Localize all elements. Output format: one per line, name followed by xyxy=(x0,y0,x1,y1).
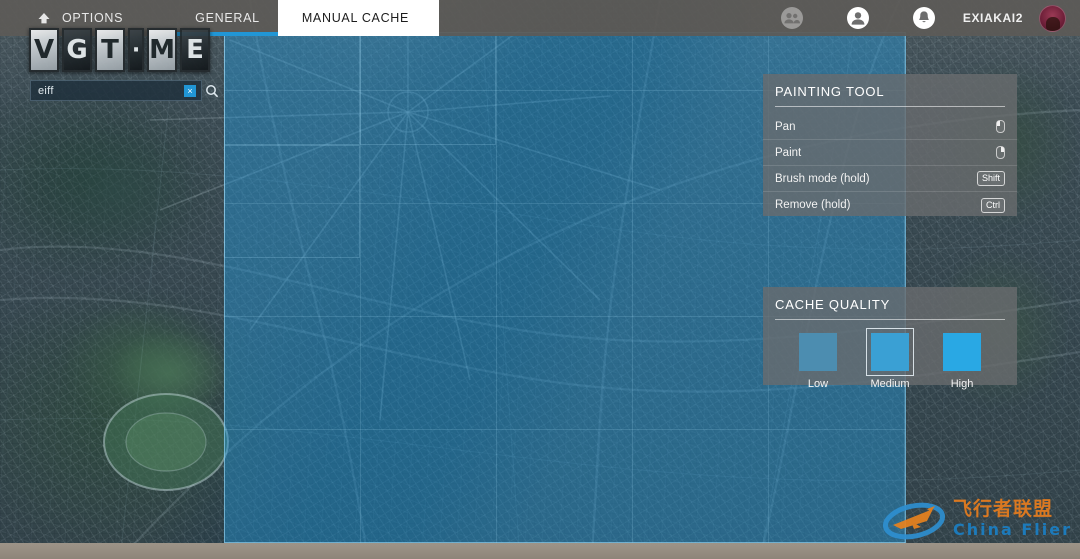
tab-general-label: GENERAL xyxy=(195,11,260,25)
chinaflier-logo-icon xyxy=(882,502,946,540)
divider xyxy=(775,319,1005,320)
painting-tool-row-remove: Remove (hold) Ctrl xyxy=(763,192,1017,218)
mouse-right-button-icon xyxy=(996,146,1005,159)
key-badge-ctrl: Ctrl xyxy=(981,197,1005,213)
home-up-arrow-icon[interactable] xyxy=(36,10,52,26)
cache-quality-option-high[interactable]: High xyxy=(935,333,989,390)
magnifier-icon[interactable] xyxy=(202,80,222,101)
painting-tool-title: PAINTING TOOL xyxy=(763,74,1017,114)
tab-manual-cache[interactable]: MANUAL CACHE xyxy=(277,0,440,36)
row-label: Brush mode (hold) xyxy=(775,172,870,185)
search-input[interactable]: eiff × xyxy=(30,80,202,101)
row-label: Paint xyxy=(775,146,802,159)
row-label: Pan xyxy=(775,120,796,133)
vgtime-tile: T xyxy=(95,28,125,72)
avatar[interactable] xyxy=(1039,4,1066,32)
painting-tool-row-brush-mode: Brush mode (hold) Shift xyxy=(763,166,1017,192)
painting-tool-panel: PAINTING TOOL Pan Paint Brush mode (hold… xyxy=(763,74,1017,216)
friends-icon[interactable] xyxy=(780,7,803,29)
painting-tool-title-text: PAINTING TOOL xyxy=(775,84,885,99)
profile-icon[interactable] xyxy=(846,7,869,29)
chinaflier-en-text: China Flier xyxy=(952,520,1072,539)
notifications-icon[interactable] xyxy=(912,7,935,29)
vgtime-tile: V xyxy=(29,28,59,72)
vgtime-tile: G xyxy=(62,28,92,72)
quality-swatch xyxy=(943,333,981,371)
quality-swatch xyxy=(866,328,914,376)
clear-search-button[interactable]: × xyxy=(184,84,196,97)
key-badge-shift: Shift xyxy=(976,171,1005,186)
vgtime-watermark: V G T · M E xyxy=(29,28,210,72)
vgtime-tile: M xyxy=(147,28,177,72)
quality-swatch xyxy=(799,333,837,371)
cache-quality-option-medium[interactable]: Medium xyxy=(863,328,917,390)
quality-label: High xyxy=(950,378,974,390)
vgtime-tile: · xyxy=(128,28,144,72)
map-search: eiff × xyxy=(30,80,222,101)
username-label: EXIAKAI2 xyxy=(962,11,1023,25)
options-label[interactable]: OPTIONS xyxy=(62,11,123,25)
tab-manual-cache-label: MANUAL CACHE xyxy=(301,11,410,25)
cache-quality-panel: CACHE QUALITY Low Medium High xyxy=(763,287,1017,390)
vgtime-tile: E xyxy=(180,28,210,72)
chinaflier-watermark: 飞行者联盟 China Flier xyxy=(881,491,1072,547)
chinaflier-text: 飞行者联盟 China Flier xyxy=(953,500,1072,538)
cache-quality-options: Low Medium High xyxy=(763,328,1017,390)
cache-quality-option-low[interactable]: Low xyxy=(791,333,845,390)
quality-label: Medium xyxy=(870,378,910,390)
search-input-value: eiff xyxy=(38,84,54,97)
chinaflier-cn-text: 飞行者联盟 xyxy=(952,498,1053,520)
painting-tool-row-paint: Paint xyxy=(763,140,1017,166)
cache-quality-title: CACHE QUALITY xyxy=(763,287,1017,327)
racetrack-feature xyxy=(103,393,229,491)
quality-label: Low xyxy=(807,378,829,390)
mouse-left-button-icon xyxy=(996,120,1005,133)
cache-quality-title-text: CACHE QUALITY xyxy=(775,297,891,312)
app-root: OPTIONS GENERAL MANUAL CACHE EXIAKAI2 V … xyxy=(0,0,1080,559)
painting-tool-row-pan: Pan xyxy=(763,114,1017,140)
divider xyxy=(775,106,1005,107)
tab-bar: GENERAL MANUAL CACHE xyxy=(177,0,440,36)
topbar-actions: EXIAKAI2 xyxy=(759,4,1080,32)
row-label: Remove (hold) xyxy=(775,199,851,211)
